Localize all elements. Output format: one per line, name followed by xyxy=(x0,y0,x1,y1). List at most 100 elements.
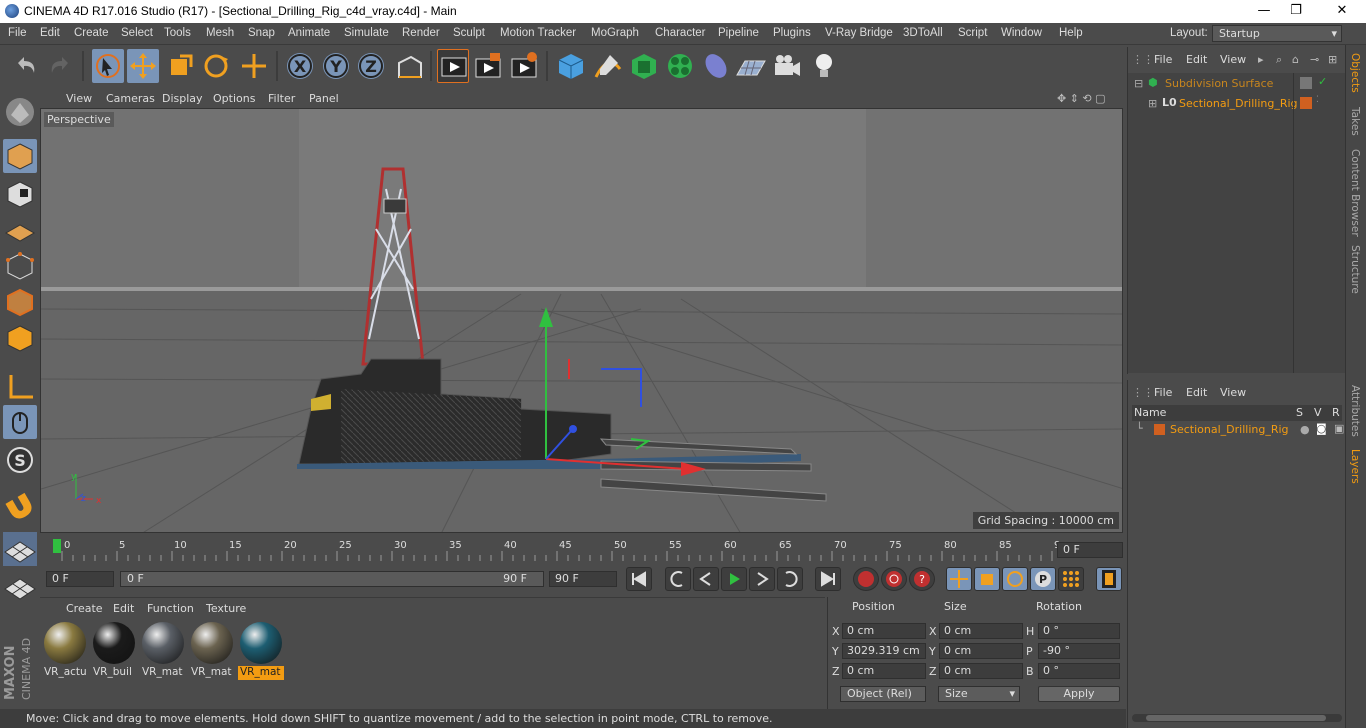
magnet-icon[interactable] xyxy=(3,487,37,521)
menu-sculpt[interactable]: Sculpt xyxy=(453,27,485,39)
minimize-button[interactable]: — xyxy=(1250,2,1278,20)
tab-structure[interactable]: Structure xyxy=(1349,245,1361,294)
layer-menu-edit[interactable]: Edit xyxy=(1186,386,1207,399)
menu-select[interactable]: Select xyxy=(121,27,153,39)
tab-attributes[interactable]: Attributes xyxy=(1349,385,1361,437)
menu-render[interactable]: Render xyxy=(402,27,440,39)
undo-button[interactable] xyxy=(10,49,42,83)
checkmark-icon[interactable]: ✓ xyxy=(1318,75,1327,88)
menu-vray-bridge[interactable]: V-Ray Bridge xyxy=(825,27,893,39)
timeline-button[interactable] xyxy=(1096,567,1122,591)
object-menu-file[interactable]: File xyxy=(1154,53,1172,66)
menu-script[interactable]: Script xyxy=(958,27,987,39)
viewport-menu-cameras[interactable]: Cameras xyxy=(106,92,155,105)
solo-toggle-icon[interactable]: ● xyxy=(1300,423,1310,436)
perspective-viewport[interactable]: y z x Perspective Grid Spacing : 10000 c… xyxy=(40,108,1123,533)
material-item[interactable]: VR_buil xyxy=(91,620,137,680)
key-parameter-button[interactable]: P xyxy=(1030,567,1056,591)
menu-help[interactable]: Help xyxy=(1059,27,1083,39)
tweak-mode-button[interactable] xyxy=(3,405,37,439)
go-to-start-button[interactable] xyxy=(626,567,652,591)
axis-mode-button[interactable] xyxy=(3,369,37,403)
recent-tool[interactable] xyxy=(238,49,270,83)
light-button[interactable] xyxy=(808,49,840,83)
move-tool[interactable] xyxy=(127,49,159,83)
menu-animate[interactable]: Animate xyxy=(288,27,330,39)
size-x-field[interactable]: 0 cm xyxy=(939,623,1023,639)
material-menu-create[interactable]: Create xyxy=(66,602,103,615)
layout-select[interactable]: Startup ▾ xyxy=(1212,25,1342,42)
floor-button[interactable] xyxy=(735,49,767,83)
polygons-mode-button[interactable] xyxy=(3,321,37,355)
menu-tools[interactable]: Tools xyxy=(164,27,191,39)
layer-menu-view[interactable]: View xyxy=(1220,386,1246,399)
eye-icon[interactable]: ◙ xyxy=(1316,422,1327,435)
texture-mode-button[interactable] xyxy=(3,177,37,211)
viewport-menu-filter[interactable]: Filter xyxy=(268,92,295,105)
y-axis-lock-button[interactable]: Y xyxy=(320,49,352,83)
go-to-end-button[interactable] xyxy=(815,567,841,591)
points-mode-button[interactable] xyxy=(3,249,37,283)
x-axis-lock-button[interactable]: X xyxy=(284,49,316,83)
model-mode-button[interactable] xyxy=(3,139,37,173)
viewport-navigation-icons[interactable]: ✥ ⇕ ⟲ ▢ xyxy=(1057,92,1106,105)
key-scale-button[interactable] xyxy=(974,567,1000,591)
menu-plugins[interactable]: Plugins xyxy=(773,27,811,39)
arrow-right-icon[interactable]: ▸ xyxy=(1258,53,1264,66)
visibility-dots-icon[interactable]: ⁚ xyxy=(1316,95,1319,105)
autokeying-button[interactable] xyxy=(881,567,907,591)
menu-motion-tracker[interactable]: Motion Tracker xyxy=(500,27,576,39)
home-icon[interactable]: ⌂ xyxy=(1292,53,1299,66)
viewport-menu-display[interactable]: Display xyxy=(162,92,203,105)
search-icon[interactable]: ⌕ xyxy=(1276,53,1282,67)
viewport-menu-options[interactable]: Options xyxy=(213,92,255,105)
frame-range-slider[interactable]: 0 F 90 F xyxy=(120,571,544,587)
redo-button[interactable] xyxy=(44,49,76,83)
render-to-picture-viewer-button[interactable] xyxy=(472,49,504,83)
menu-edit[interactable]: Edit xyxy=(40,27,60,39)
next-key-button[interactable] xyxy=(777,567,803,591)
menu-3dtoall[interactable]: 3DToAll xyxy=(903,27,943,39)
current-frame-field[interactable]: 0 F xyxy=(1057,542,1123,558)
menu-character[interactable]: Character xyxy=(655,27,706,39)
object-row-subdivision[interactable]: ⊟ ⬢ Subdivision Surface xyxy=(1132,76,1297,92)
timeline-ruler[interactable]: 051015202530354045505560657075808590 0 F xyxy=(40,535,1125,565)
layer-row[interactable]: └ Sectional_Drilling_Rig ● ◙ ▣ xyxy=(1132,422,1344,438)
menu-snap[interactable]: Snap xyxy=(248,27,275,39)
scrollbar-thumb[interactable] xyxy=(1146,715,1326,721)
subdivision-surface-button[interactable] xyxy=(628,49,660,83)
layer-color-swatch[interactable] xyxy=(1300,97,1312,109)
layer-menu-file[interactable]: File xyxy=(1154,386,1172,399)
material-item[interactable]: VR_mat xyxy=(140,620,186,680)
coordinate-system-button[interactable] xyxy=(393,49,425,83)
edges-mode-button[interactable] xyxy=(3,285,37,319)
new-window-icon[interactable]: ⊞ xyxy=(1328,53,1337,66)
snap-button[interactable]: S xyxy=(3,443,37,477)
keyframe-selection-button[interactable]: ? xyxy=(909,567,935,591)
position-x-field[interactable]: 0 cm xyxy=(842,623,926,639)
viewport-menu-view[interactable]: View xyxy=(66,92,92,105)
material-item-selected[interactable]: VR_mat xyxy=(238,620,284,680)
tab-takes[interactable]: Takes xyxy=(1349,107,1361,136)
viewport-menu-panel[interactable]: Panel xyxy=(309,92,339,105)
tab-content-browser[interactable]: Content Browser xyxy=(1349,149,1361,237)
position-y-field[interactable]: 3029.319 cm xyxy=(842,643,926,659)
menu-window[interactable]: Window xyxy=(1001,27,1042,39)
menu-mograph[interactable]: MoGraph xyxy=(591,27,639,39)
render-view-button[interactable] xyxy=(437,49,469,83)
deformer-button[interactable] xyxy=(700,49,732,83)
previous-frame-button[interactable] xyxy=(693,567,719,591)
render-icon[interactable]: ▣ xyxy=(1334,422,1344,435)
link-icon[interactable]: ⊸ xyxy=(1310,53,1319,66)
play-button[interactable] xyxy=(721,567,747,591)
cube-primitive-button[interactable] xyxy=(555,49,587,83)
tab-objects[interactable]: Objects xyxy=(1349,53,1361,93)
rotation-b-field[interactable]: 0 ° xyxy=(1038,663,1120,679)
layer-color-swatch[interactable] xyxy=(1154,424,1165,435)
rotate-tool[interactable] xyxy=(200,49,232,83)
size-z-field[interactable]: 0 cm xyxy=(939,663,1023,679)
coordinate-mode-dropdown[interactable]: Object (Rel) xyxy=(840,686,926,702)
locked-workplane-button[interactable] xyxy=(3,569,37,603)
menu-simulate[interactable]: Simulate xyxy=(344,27,389,39)
next-frame-button[interactable] xyxy=(749,567,775,591)
